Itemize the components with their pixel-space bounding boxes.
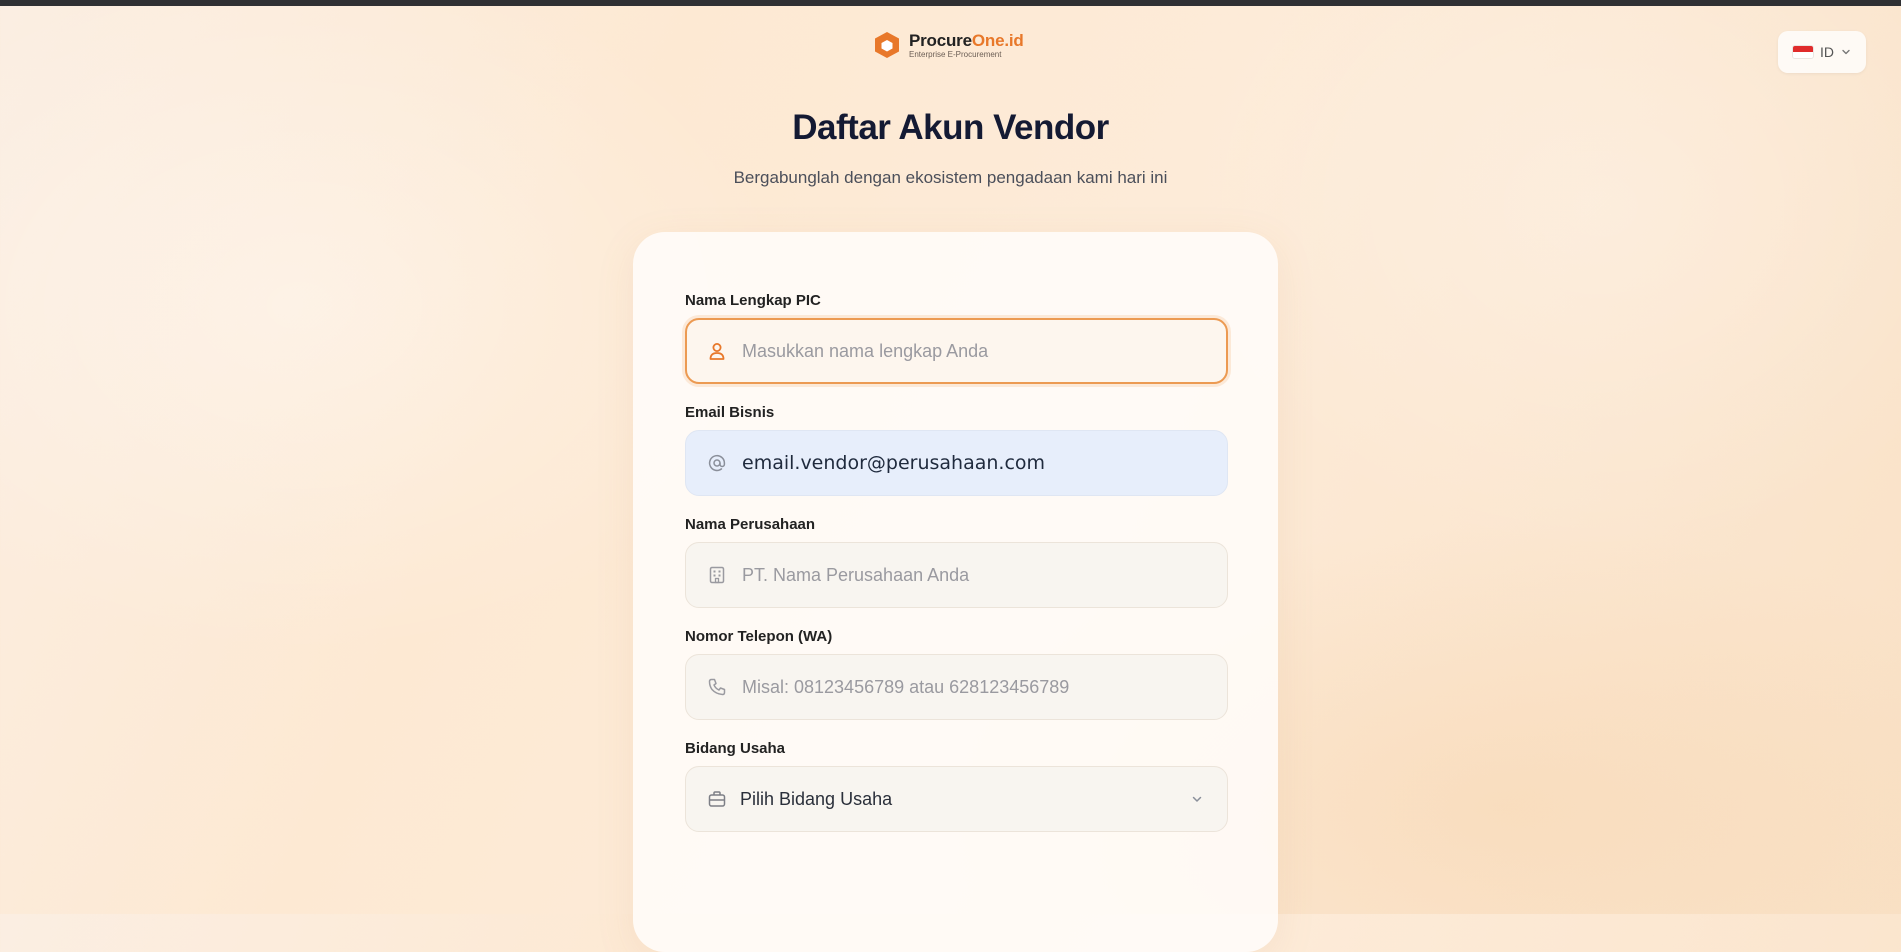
logo-icon xyxy=(875,32,899,58)
pic-name-field[interactable] xyxy=(685,318,1228,384)
phone-field[interactable] xyxy=(685,654,1228,720)
business-label: Bidang Usaha xyxy=(685,740,786,757)
brand-tagline: Enterprise E-Procurement xyxy=(909,49,1002,59)
pic-name-label: Nama Lengkap PIC xyxy=(685,292,821,309)
phone-icon xyxy=(706,676,728,698)
brand-text: ProcureOne.id Enterprise E-Procurement xyxy=(909,32,1024,59)
email-label: Email Bisnis xyxy=(685,404,775,421)
user-icon xyxy=(706,340,728,362)
registration-form-card: Nama Lengkap PIC Email Bisnis Nama Perus… xyxy=(633,232,1278,952)
pic-name-input[interactable] xyxy=(740,339,1204,363)
indonesia-flag-icon xyxy=(1793,46,1813,58)
language-code: ID xyxy=(1820,44,1834,60)
brand-name: ProcureOne.id xyxy=(909,30,1024,50)
language-selector[interactable]: ID xyxy=(1778,31,1866,73)
page-subtitle: Bergabunglah dengan ekosistem pengadaan … xyxy=(733,168,1168,187)
briefcase-icon xyxy=(706,788,728,810)
business-select-value: Pilih Bidang Usaha xyxy=(740,788,893,809)
at-icon xyxy=(706,452,728,474)
email-field[interactable] xyxy=(685,430,1228,496)
brand-logo[interactable]: ProcureOne.id Enterprise E-Procurement xyxy=(873,28,1024,62)
phone-label: Nomor Telepon (WA) xyxy=(685,628,833,645)
company-field[interactable] xyxy=(685,542,1228,608)
chevron-down-icon xyxy=(1192,796,1202,802)
business-select[interactable]: Pilih Bidang Usaha xyxy=(685,766,1228,832)
chevron-down-icon xyxy=(1842,49,1850,55)
building-icon xyxy=(706,564,728,586)
page-title: Daftar Akun Vendor xyxy=(792,108,1109,147)
company-label: Nama Perusahaan xyxy=(685,516,816,533)
phone-input[interactable] xyxy=(740,675,1204,699)
company-input[interactable] xyxy=(740,563,1204,587)
email-input[interactable] xyxy=(740,451,1204,475)
